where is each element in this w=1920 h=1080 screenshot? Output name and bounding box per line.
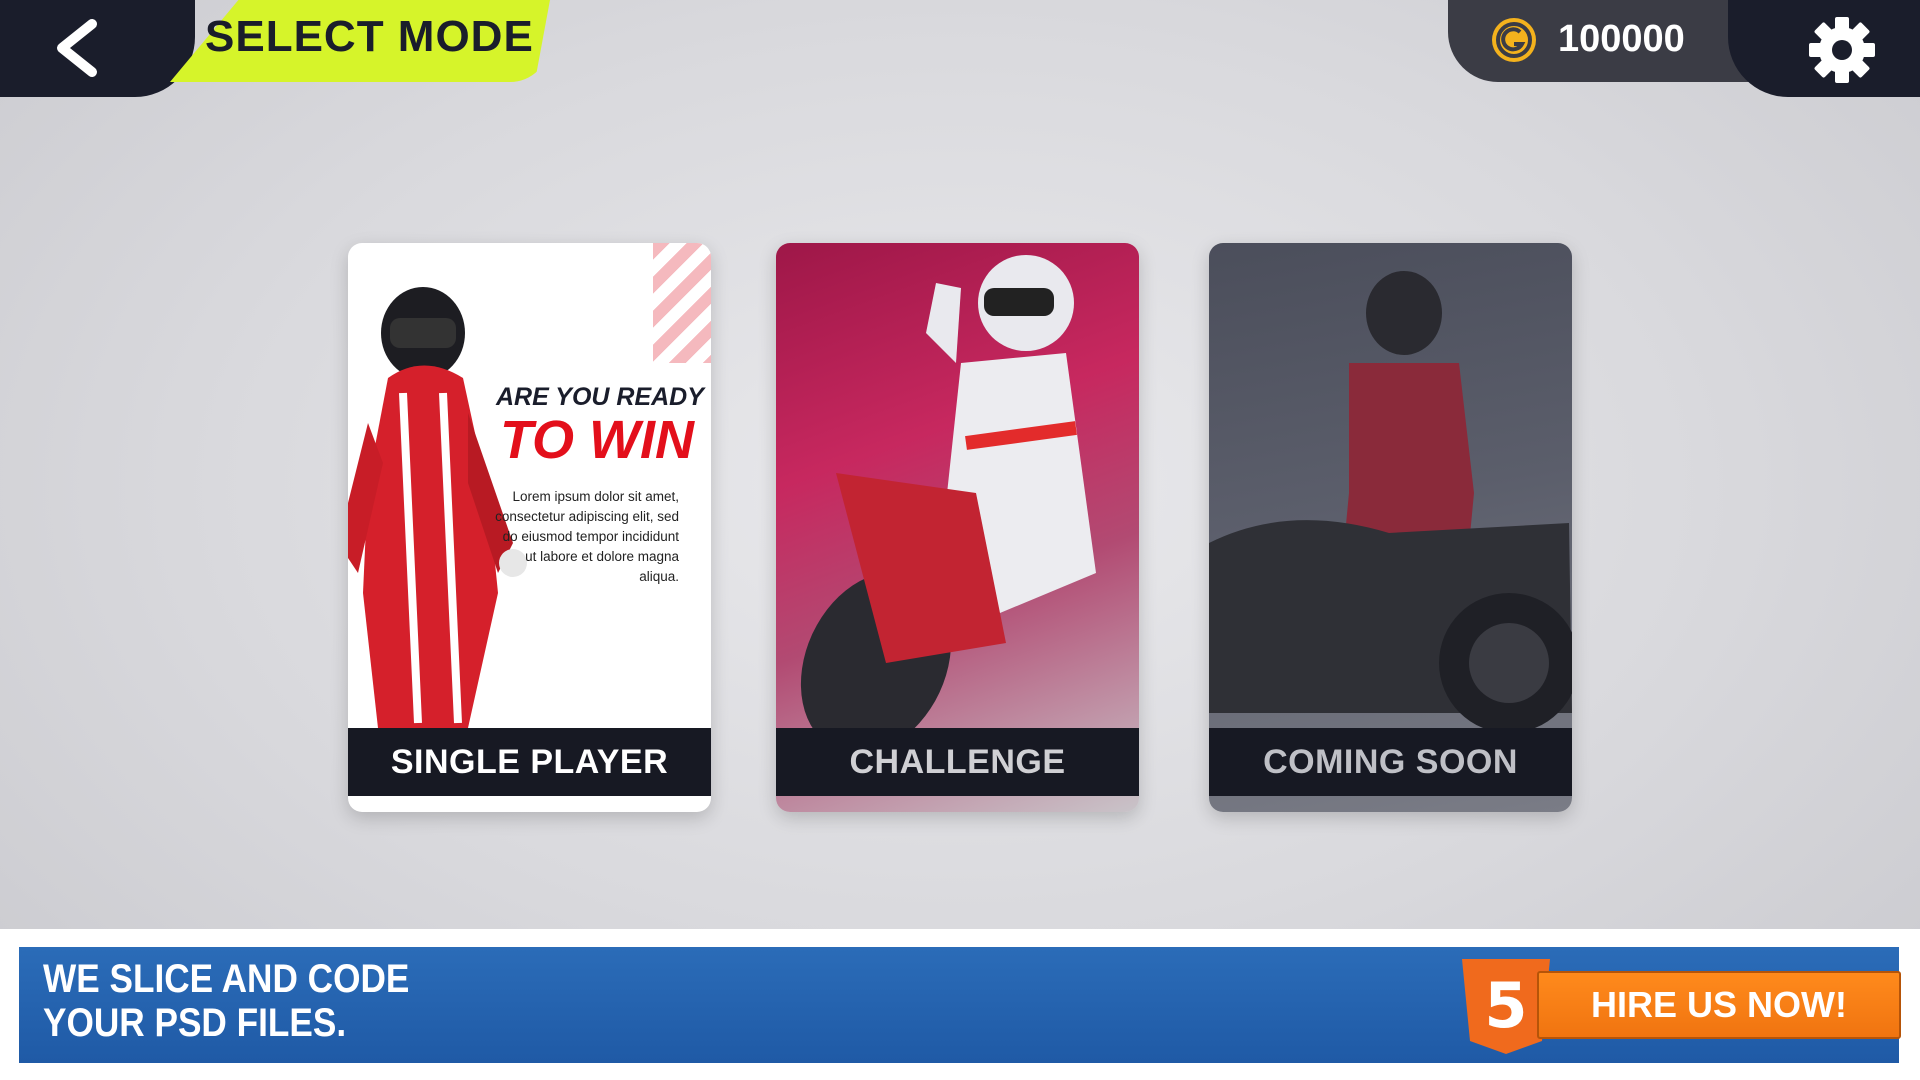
gear-icon[interactable] (1808, 16, 1876, 84)
html5-badge-number: 5 (1484, 969, 1527, 1042)
coin-balance: 100000 (1558, 18, 1685, 60)
rider-on-bike-image (800, 255, 1096, 733)
mode-label-single-player: SINGLE PLAYER (348, 728, 711, 796)
rider-with-bike-image (1209, 271, 1572, 733)
promo-description: Lorem ipsum dolor sit amet, consectetur … (495, 489, 679, 584)
ad-text: WE SLICE AND CODE YOUR PSD FILES. (43, 957, 409, 1045)
promo-headline-small: ARE YOU READY (496, 383, 704, 411)
mode-card-single-player[interactable]: ARE YOU READY TO WIN Lorem ipsum dolor s… (348, 243, 711, 812)
decorative-stripes (653, 243, 711, 363)
coin-icon (1492, 18, 1536, 62)
ad-line-1: WE SLICE AND CODE (43, 957, 410, 1001)
ad-line-2: YOUR PSD FILES. (43, 1001, 347, 1045)
mode-card-coming-soon: COMING SOON (1209, 243, 1572, 812)
page-title: SELECT MODE (205, 12, 534, 61)
mode-label-coming-soon: COMING SOON (1209, 728, 1572, 796)
hire-us-button[interactable]: HIRE US NOW! (1537, 971, 1901, 1039)
mode-label-challenge: CHALLENGE (776, 728, 1139, 796)
promo-headline-big: TO WIN (500, 410, 694, 470)
chevron-left-icon[interactable] (40, 18, 110, 78)
mode-card-challenge[interactable]: CHALLENGE (776, 243, 1139, 812)
ad-banner[interactable]: WE SLICE AND CODE YOUR PSD FILES. 5 HIRE… (19, 947, 1901, 1063)
